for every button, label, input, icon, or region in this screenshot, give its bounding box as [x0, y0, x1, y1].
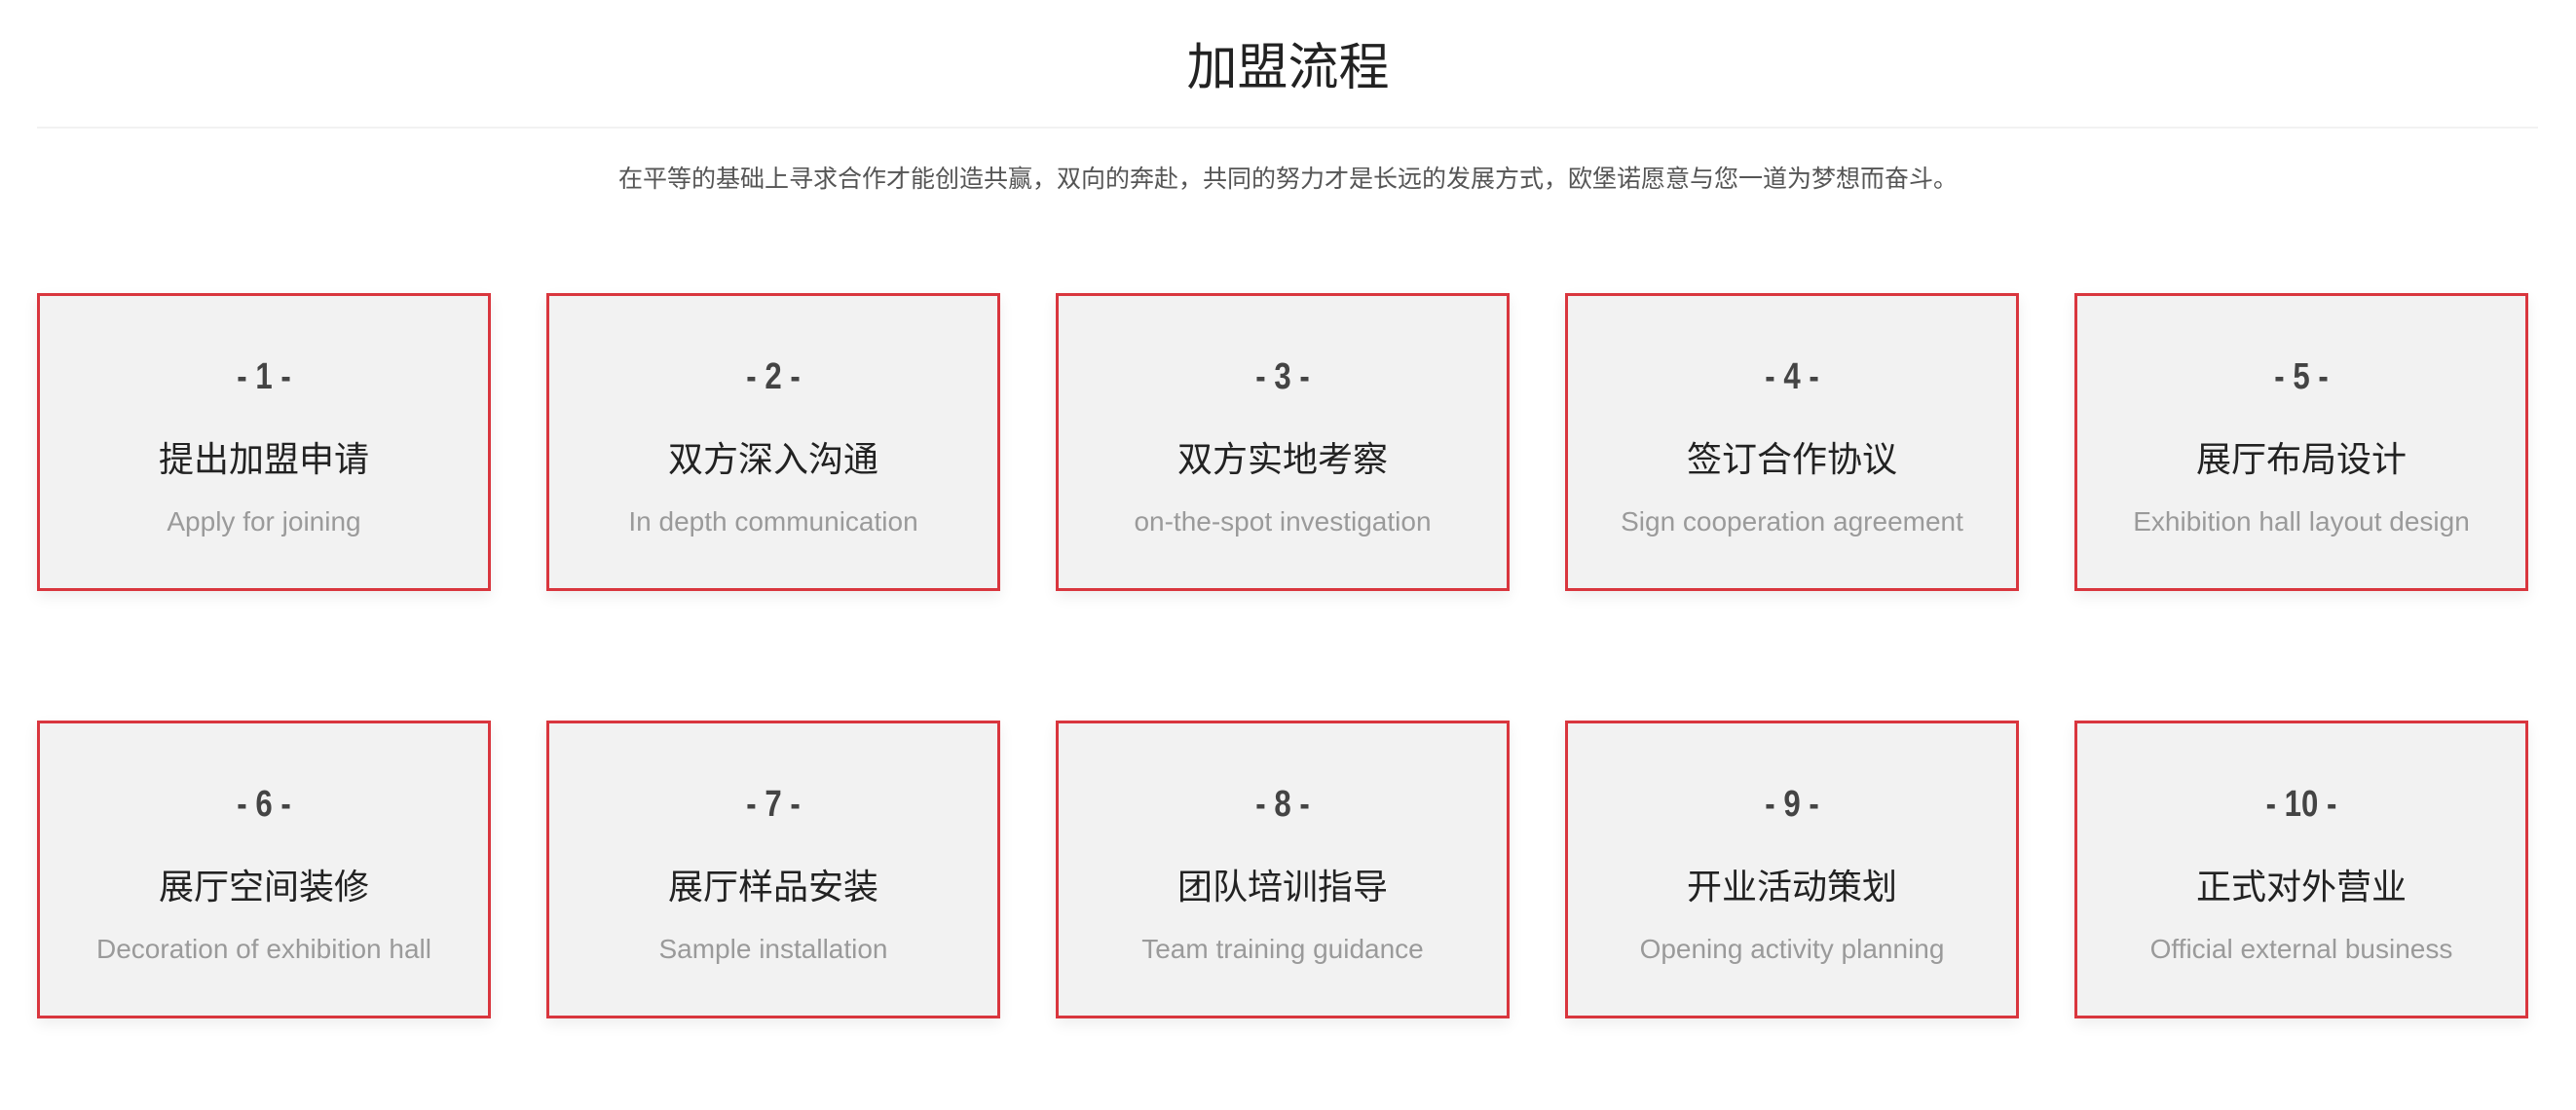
step-number: - 7 -	[746, 784, 801, 825]
step-number: - 9 -	[1765, 784, 1819, 825]
step-card-6[interactable]: - 6 - 展厅空间装修 Decoration of exhibition ha…	[37, 721, 491, 1018]
step-subtitle: Exhibition hall layout design	[2133, 506, 2470, 536]
title-divider	[37, 127, 2538, 129]
step-title: 双方深入沟通	[667, 440, 878, 480]
page-title: 加盟流程	[1186, 39, 1390, 97]
step-subtitle: Apply for joining	[167, 506, 361, 536]
step-card-1[interactable]: - 1 - 提出加盟申请 Apply for joining	[37, 293, 491, 591]
step-title: 提出加盟申请	[158, 440, 369, 480]
step-subtitle: Opening activity planning	[1639, 934, 1945, 964]
step-title: 签订合作协议	[1686, 440, 1897, 480]
step-title: 双方实地考察	[1176, 440, 1388, 480]
step-subtitle: Sign cooperation agreement	[1621, 506, 1963, 536]
step-title: 正式对外营业	[2195, 868, 2407, 907]
step-card-5[interactable]: - 5 - 展厅布局设计 Exhibition hall layout desi…	[2074, 293, 2528, 591]
step-number: - 3 -	[1255, 356, 1310, 397]
step-number: - 2 -	[746, 356, 801, 397]
process-steps-grid: - 1 - 提出加盟申请 Apply for joining - 2 - 双方深…	[37, 293, 2540, 1023]
step-title: 展厅样品安装	[667, 868, 878, 907]
step-number: - 5 -	[2274, 356, 2329, 397]
step-card-9[interactable]: - 9 - 开业活动策划 Opening activity planning	[1565, 721, 2019, 1018]
step-title: 开业活动策划	[1686, 868, 1897, 907]
step-number: - 8 -	[1255, 784, 1310, 825]
step-title: 展厅布局设计	[2195, 440, 2407, 480]
step-subtitle: Team training guidance	[1141, 934, 1424, 964]
step-card-4[interactable]: - 4 - 签订合作协议 Sign cooperation agreement	[1565, 293, 2019, 591]
step-card-3[interactable]: - 3 - 双方实地考察 on-the-spot investigation	[1056, 293, 1510, 591]
step-subtitle: Official external business	[2149, 934, 2453, 964]
step-number: - 10 -	[2265, 784, 2337, 825]
step-title: 团队培训指导	[1176, 868, 1388, 907]
step-card-10[interactable]: - 10 - 正式对外营业 Official external business	[2074, 721, 2528, 1018]
step-card-7[interactable]: - 7 - 展厅样品安装 Sample installation	[546, 721, 1000, 1018]
step-subtitle: Decoration of exhibition hall	[96, 934, 431, 964]
step-title: 展厅空间装修	[158, 868, 369, 907]
step-subtitle: In depth communication	[628, 506, 918, 536]
step-subtitle: on-the-spot investigation	[1134, 506, 1432, 536]
step-number: - 6 -	[237, 784, 291, 825]
section-subtitle: 在平等的基础上寻求合作才能创造共赢，双向的奔赴，共同的努力才是长远的发展方式，欧…	[617, 165, 1958, 193]
step-subtitle: Sample installation	[658, 934, 888, 964]
step-card-2[interactable]: - 2 - 双方深入沟通 In depth communication	[546, 293, 1000, 591]
step-number: - 1 -	[237, 356, 291, 397]
step-card-8[interactable]: - 8 - 团队培训指导 Team training guidance	[1056, 721, 1510, 1018]
step-number: - 4 -	[1765, 356, 1819, 397]
